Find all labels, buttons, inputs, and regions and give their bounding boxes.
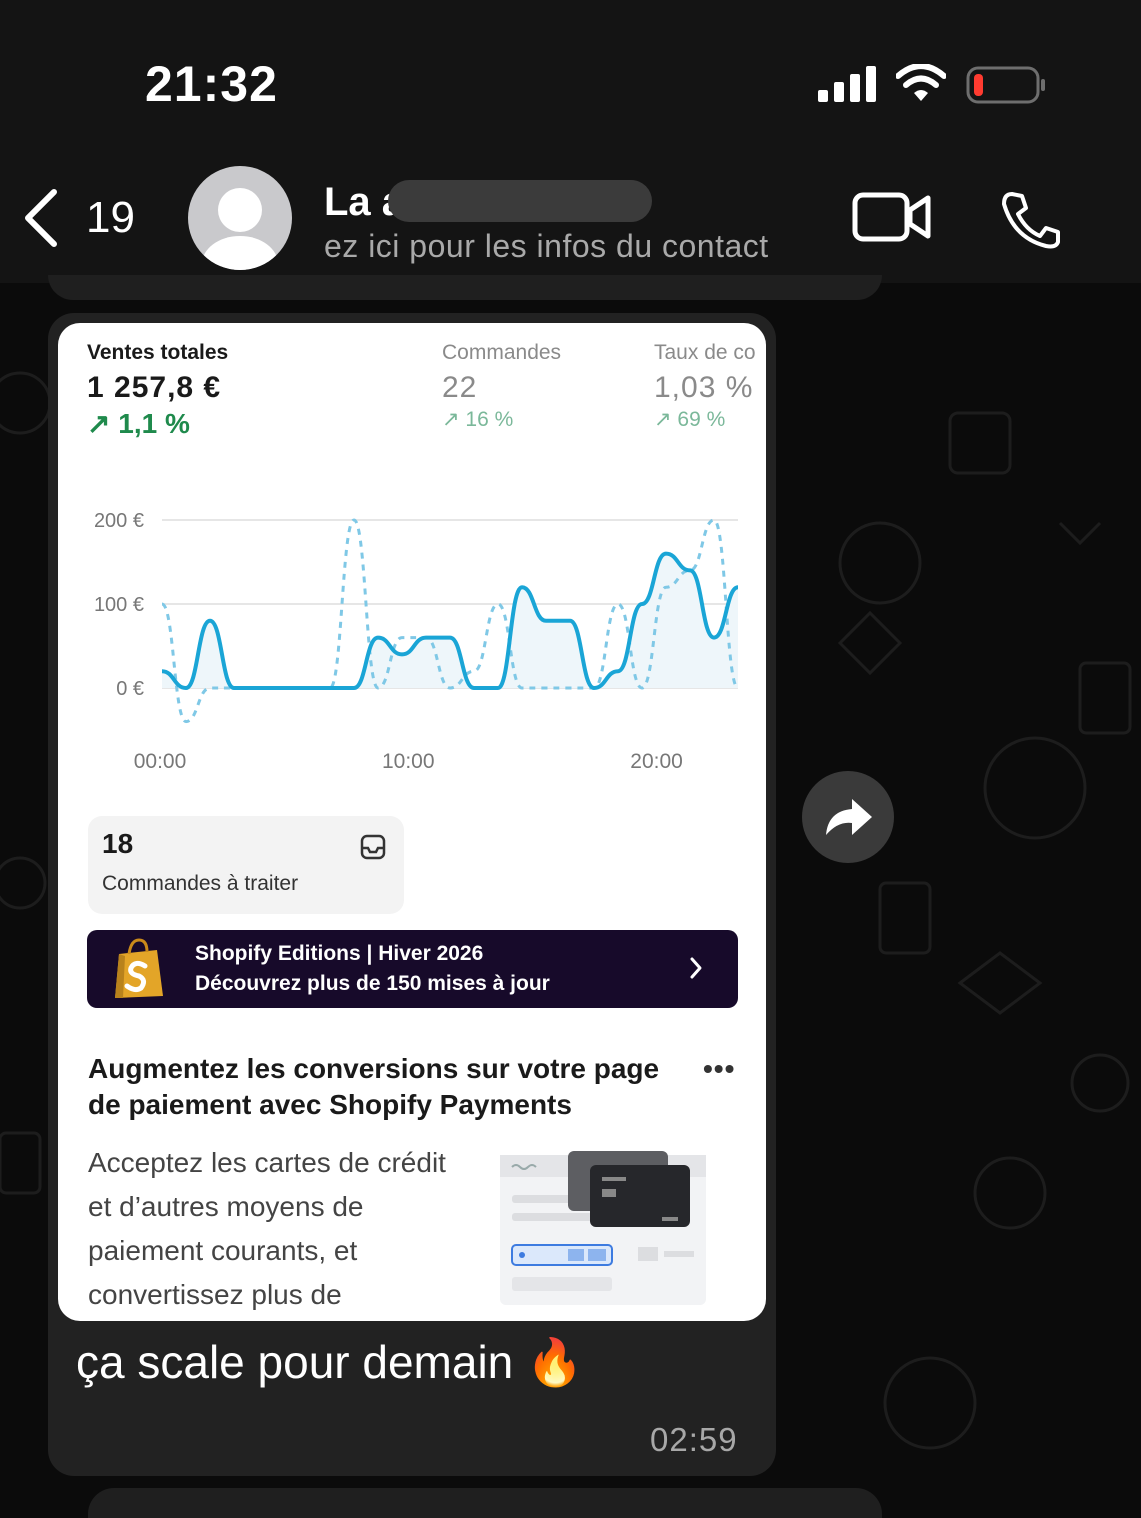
- signal-icon: [818, 66, 876, 102]
- y-tick-label: 0 €: [116, 678, 144, 700]
- checkout-illustration: [500, 1151, 706, 1305]
- kpi-value: 22: [442, 371, 478, 404]
- shopify-bag-icon: [115, 938, 163, 998]
- kpi-change: ↗ 16 %: [442, 408, 514, 431]
- share-arrow-icon: [826, 799, 872, 835]
- orders-label: Commandes à traiter: [102, 872, 299, 895]
- y-tick-label: 100 €: [94, 594, 144, 616]
- shopify-editions-banner[interactable]: Shopify Editions | Hiver 2026 Découvrez …: [87, 930, 738, 1008]
- inbox-icon: [360, 834, 386, 860]
- kpi-value: 1 257,8 €: [87, 371, 222, 404]
- x-tick-label: 00:00: [134, 750, 187, 773]
- video-call-icon[interactable]: [852, 192, 932, 242]
- status-bar: 21:32: [0, 0, 1141, 150]
- kpi-value: 1,03 %: [654, 371, 754, 404]
- shared-image[interactable]: Ventes totales 1 257,8 € ↗ 1,1 % Command…: [58, 323, 766, 1321]
- kpi-label: Commandes: [442, 341, 562, 364]
- y-tick-label: 200 €: [94, 510, 144, 532]
- promo-title: Augmentez les conversions sur votre page…: [88, 1053, 660, 1120]
- more-options-button[interactable]: •••: [703, 1053, 735, 1085]
- series-area: [162, 553, 738, 688]
- person-icon: [202, 188, 278, 270]
- chevron-left-icon: [25, 189, 57, 247]
- orders-to-process-card[interactable]: 18 Commandes à traiter: [88, 816, 404, 914]
- forward-button[interactable]: [802, 771, 894, 863]
- message-text: ça scale pour demain 🔥: [76, 1336, 584, 1388]
- kpi-label: Ventes totales: [87, 341, 229, 364]
- chat-header: 19 La a ez ici pour les infos du contact: [0, 150, 1141, 283]
- contact-subtitle[interactable]: ez ici pour les infos du contact: [324, 228, 769, 265]
- message-bubble[interactable]: Ventes totales 1 257,8 € ↗ 1,1 % Command…: [48, 313, 776, 1476]
- avatar[interactable]: [188, 166, 292, 270]
- next-message-bubble: [88, 1488, 882, 1518]
- sales-chart: 200 € 100 € 0 € 00:00 10:00 20:00: [94, 510, 740, 773]
- x-tick-label: 10:00: [382, 750, 435, 773]
- wifi-icon: [896, 64, 946, 101]
- phone-icon[interactable]: [998, 190, 1062, 250]
- back-button[interactable]: 19: [22, 188, 135, 248]
- chevron-right-icon: [690, 957, 702, 979]
- message-timestamp: 02:59: [650, 1421, 738, 1458]
- x-tick-label: 20:00: [630, 750, 683, 773]
- banner-title: Shopify Editions | Hiver 2026: [195, 942, 484, 965]
- contact-name-area[interactable]: La a: [324, 180, 656, 224]
- banner-subtitle: Découvrez plus de 150 mises à jour: [195, 972, 550, 995]
- kpi-change: ↗ 1,1 %: [87, 408, 190, 439]
- promo-body: Acceptez les cartes de crédit et d’autre…: [88, 1147, 446, 1310]
- status-time: 21:32: [145, 56, 278, 112]
- kpi-conversion-rate: Taux de co 1,03 % ↗ 69 %: [654, 341, 756, 432]
- previous-message-bubble: [48, 275, 882, 300]
- kpi-label: Taux de co: [654, 341, 756, 364]
- unread-count: 19: [86, 193, 135, 242]
- kpi-change: ↗ 69 %: [654, 408, 726, 431]
- kpi-total-sales: Ventes totales 1 257,8 € ↗ 1,1 %: [87, 341, 228, 440]
- redaction-mark: [388, 180, 652, 222]
- kpi-orders: Commandes 22 ↗ 16 %: [442, 341, 561, 432]
- battery-icon: [966, 66, 1045, 104]
- orders-count: 18: [102, 828, 134, 859]
